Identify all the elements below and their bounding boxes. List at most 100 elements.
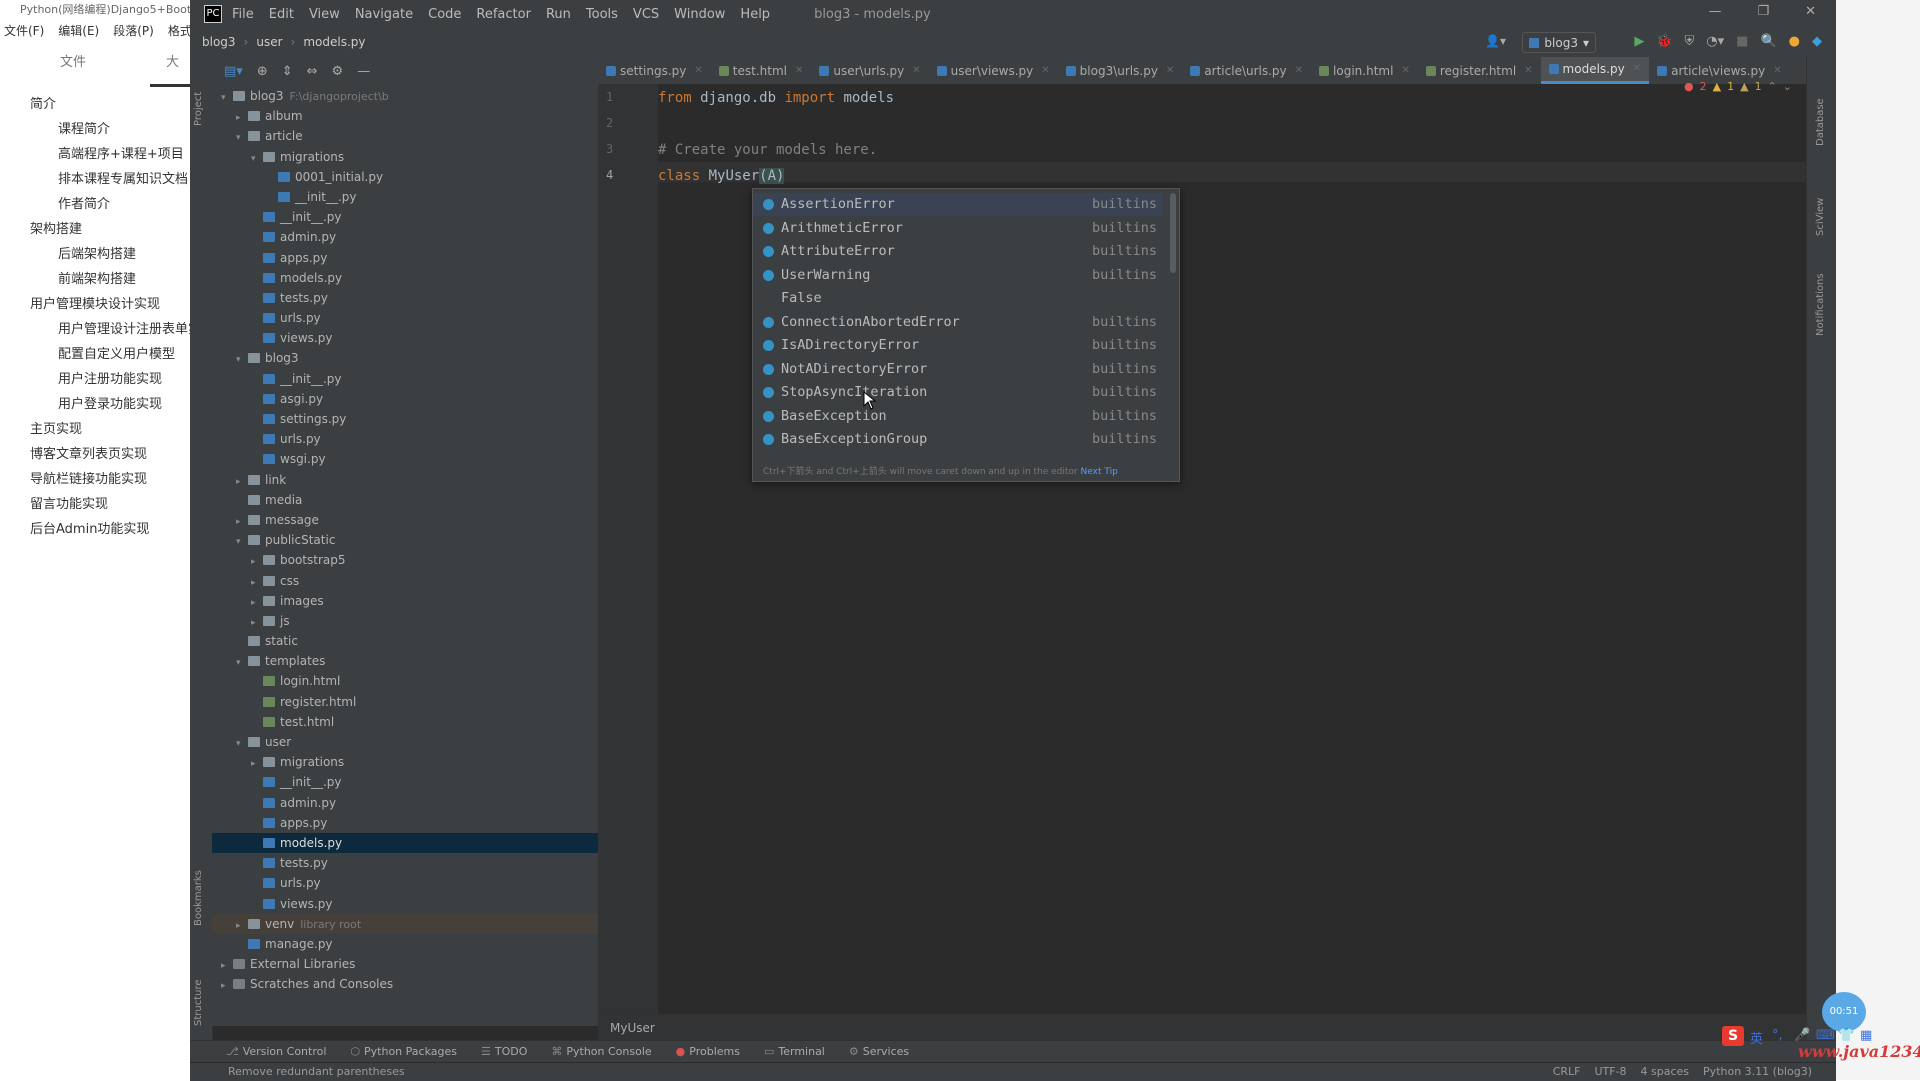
completion-item[interactable]: AttributeError builtins <box>753 240 1163 263</box>
tree-item[interactable]: urls.py <box>212 308 598 328</box>
project-view-icon[interactable]: ▤▾ <box>224 64 243 79</box>
editor-tab[interactable]: settings.py ✕ <box>598 57 711 84</box>
punctuation-icon[interactable]: °, <box>1772 1028 1783 1043</box>
tree-item[interactable]: models.py <box>212 832 598 854</box>
project-tool-label[interactable]: Project <box>193 66 209 126</box>
stop-icon[interactable]: ■ <box>1736 34 1748 49</box>
tree-item[interactable]: __init__.py <box>212 187 598 207</box>
tree-item[interactable]: wsgi.py <box>212 449 598 469</box>
tree-item[interactable]: manage.py <box>212 934 598 954</box>
chevron-down-icon[interactable]: ▾ <box>236 653 248 671</box>
run-icon[interactable]: ▶ <box>1634 34 1644 49</box>
editor-tab[interactable]: models.py ✕ <box>1540 57 1650 84</box>
editor-tab[interactable]: user\views.py ✕ <box>929 57 1058 84</box>
outline-item[interactable]: 用户管理设计注册表单实现 <box>0 317 190 342</box>
chevron-down-icon[interactable]: ▾ <box>236 350 248 368</box>
outline-item[interactable]: 导航栏链接功能实现 <box>0 467 190 492</box>
tree-item[interactable]: ▸ bootstrap5 <box>212 550 598 570</box>
collapse-all-icon[interactable]: ⇔ <box>307 64 318 79</box>
editor-tab[interactable]: blog3\urls.py ✕ <box>1058 57 1183 84</box>
outline-menu-item[interactable]: 格式(O) <box>168 20 190 42</box>
run-config-selector[interactable]: blog3 ▾ <box>1522 32 1596 53</box>
outline-tab-files[interactable]: 文件 <box>60 51 86 70</box>
completion-item[interactable]: AssertionError builtins <box>753 193 1163 216</box>
tree-item[interactable]: ▸ js <box>212 611 598 631</box>
outline-menu-item[interactable]: 文件(F) <box>4 20 44 42</box>
close-tab-icon[interactable]: ✕ <box>1166 58 1174 84</box>
debug-icon[interactable]: 🐞 <box>1656 34 1672 49</box>
status-item[interactable]: UTF-8 <box>1594 1063 1626 1080</box>
sciview-tool-label[interactable]: SciView <box>1815 176 1831 236</box>
profile-icon[interactable]: ◔▾ <box>1706 34 1724 49</box>
editor-tab[interactable]: register.html ✕ <box>1418 57 1541 84</box>
tool-window-button[interactable]: ● Problems <box>676 1045 740 1058</box>
tool-window-button[interactable]: ▭ Terminal <box>764 1045 825 1058</box>
status-item[interactable]: 4 spaces <box>1641 1063 1690 1080</box>
database-tool-label[interactable]: Database <box>1815 76 1831 146</box>
tool-window-button[interactable]: ☰ TODO <box>481 1045 527 1058</box>
close-tab-icon[interactable]: ✕ <box>912 58 920 84</box>
next-tip-link[interactable]: Next Tip <box>1081 467 1118 477</box>
status-item[interactable]: CRLF <box>1553 1063 1581 1080</box>
tree-item[interactable]: ▾ article <box>212 126 598 146</box>
editor-breadcrumb[interactable]: MyUser <box>598 1014 1806 1040</box>
completion-item[interactable]: UserWarning builtins <box>753 264 1163 287</box>
menu-tools[interactable]: Tools <box>586 7 618 22</box>
chevron-right-icon[interactable]: ▸ <box>251 593 263 611</box>
chevron-down-icon[interactable]: ▾ <box>236 734 248 752</box>
inspection-widget[interactable]: ● 2 ▲ 1 ▲ 1 ⌃ ⌄ <box>1684 80 1792 93</box>
chevron-right-icon[interactable]: ▸ <box>251 613 263 631</box>
outline-item[interactable]: 用户注册功能实现 <box>0 367 190 392</box>
ime-language-indicator[interactable]: 英 <box>1750 1028 1763 1047</box>
chevron-right-icon[interactable]: ▸ <box>251 573 263 591</box>
tree-item[interactable]: __init__.py <box>212 369 598 389</box>
gear-icon[interactable]: ⚙ <box>332 64 344 79</box>
chevron-down-icon[interactable]: ⌄ <box>1783 80 1792 93</box>
chevron-right-icon[interactable]: ▸ <box>251 754 263 772</box>
tree-item[interactable]: urls.py <box>212 873 598 893</box>
tree-item[interactable]: register.html <box>212 692 598 712</box>
menu-help[interactable]: Help <box>740 7 770 22</box>
outline-item[interactable]: 博客文章列表页实现 <box>0 442 190 467</box>
popup-scrollbar[interactable] <box>1170 193 1176 273</box>
locate-icon[interactable]: ⊕ <box>257 64 268 79</box>
tree-item[interactable]: static <box>212 631 598 651</box>
breadcrumb-folder[interactable]: user <box>256 35 282 49</box>
close-tab-icon[interactable]: ✕ <box>795 58 803 84</box>
tree-item[interactable]: ▾ migrations <box>212 147 598 167</box>
microphone-icon[interactable]: 🎤 <box>1794 1028 1810 1043</box>
tree-item[interactable]: test.html <box>212 712 598 732</box>
chevron-right-icon[interactable]: ▸ <box>236 512 248 530</box>
outline-item[interactable]: 用户登录功能实现 <box>0 392 190 417</box>
menu-edit[interactable]: Edit <box>269 7 294 22</box>
outline-item[interactable]: 课程简介 <box>0 117 190 142</box>
tree-item[interactable]: ▾ blog3 <box>212 348 598 368</box>
outline-item[interactable]: 前端架构搭建 <box>0 267 190 292</box>
outline-item[interactable]: 配置自定义用户模型 <box>0 342 190 367</box>
menu-code[interactable]: Code <box>428 7 461 22</box>
tree-item[interactable]: ▸ album <box>212 106 598 126</box>
chevron-right-icon[interactable]: ▸ <box>221 976 233 994</box>
outline-item[interactable]: 留言功能实现 <box>0 492 190 517</box>
tree-item[interactable]: ▾ publicStatic <box>212 530 598 550</box>
user-icon[interactable]: 👤▾ <box>1485 34 1506 48</box>
menu-run[interactable]: Run <box>546 7 571 22</box>
outline-menu-item[interactable]: 段落(P) <box>113 20 154 42</box>
editor-tab[interactable]: article\urls.py ✕ <box>1182 57 1311 84</box>
tree-item[interactable]: views.py <box>212 894 598 914</box>
outline-item[interactable]: 主页实现 <box>0 417 190 442</box>
completion-item[interactable]: ArithmeticError builtins <box>753 217 1163 240</box>
tree-item[interactable]: ▸ migrations <box>212 752 598 772</box>
close-tab-icon[interactable]: ✕ <box>1401 58 1409 84</box>
tree-item[interactable]: admin.py <box>212 227 598 247</box>
sogou-ime-icon[interactable]: S <box>1722 1026 1744 1046</box>
menu-vcs[interactable]: VCS <box>633 7 659 22</box>
maximize-icon[interactable]: ❐ <box>1757 4 1769 19</box>
tree-item[interactable]: __init__.py <box>212 207 598 227</box>
close-tab-icon[interactable]: ✕ <box>1041 58 1049 84</box>
minimize-icon[interactable]: — <box>1708 4 1721 19</box>
tree-item[interactable]: 0001_initial.py <box>212 167 598 187</box>
completion-item[interactable]: False <box>753 287 1163 310</box>
tree-item[interactable]: apps.py <box>212 813 598 833</box>
outline-item[interactable]: 简介 <box>0 92 190 117</box>
